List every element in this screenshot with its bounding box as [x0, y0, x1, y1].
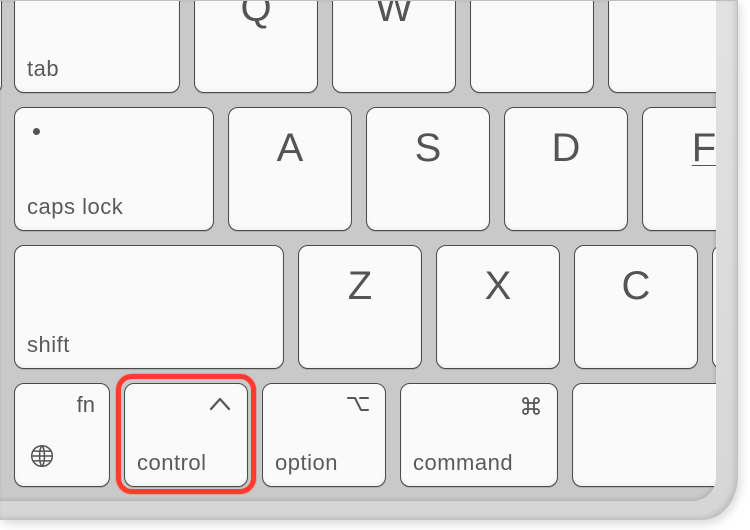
key-label: X	[485, 264, 512, 309]
globe-icon	[29, 443, 55, 474]
key-command[interactable]: command	[400, 383, 558, 487]
key-shift[interactable]: shift	[14, 245, 284, 369]
key-label: caps lock	[27, 194, 123, 220]
key-q[interactable]: Q	[194, 1, 318, 93]
control-symbol-icon	[207, 394, 233, 419]
key-z[interactable]: Z	[298, 245, 422, 369]
key-option[interactable]: option	[262, 383, 386, 487]
key-label: S	[415, 126, 442, 171]
key-a[interactable]: A	[228, 107, 352, 231]
key-w[interactable]: W	[332, 1, 456, 93]
key-label: control	[137, 450, 207, 476]
key-label: fn	[77, 392, 95, 418]
key-fn[interactable]: fn	[14, 383, 110, 487]
key-label: C	[622, 264, 651, 309]
key-label: tab	[27, 56, 59, 82]
key-tab[interactable]: tab	[14, 1, 180, 93]
key-sliver-2[interactable]	[608, 1, 716, 93]
key-label: F	[692, 126, 716, 171]
capslock-led-icon	[33, 128, 40, 135]
key-s[interactable]: S	[366, 107, 490, 231]
key-label: Q	[240, 1, 271, 31]
key-d[interactable]: D	[504, 107, 628, 231]
key-space[interactable]	[572, 383, 716, 487]
key-label: option	[275, 450, 338, 476]
key-label: Z	[348, 264, 372, 309]
key-c[interactable]: C	[574, 245, 698, 369]
key-control[interactable]: control	[124, 383, 248, 487]
key-sliver-1[interactable]	[470, 1, 594, 93]
key-f[interactable]: F	[642, 107, 716, 231]
key-capslock[interactable]: caps lock	[14, 107, 214, 231]
command-symbol-icon	[519, 394, 543, 423]
keyboard-deck: tab Q W caps lock A S D F shift	[0, 1, 716, 501]
key-label: shift	[27, 332, 70, 358]
key-label: W	[375, 1, 413, 31]
key-label: D	[552, 126, 581, 171]
keyboard-frame: tab Q W caps lock A S D F shift	[0, 0, 738, 520]
option-symbol-icon	[345, 394, 371, 419]
key-label: command	[413, 450, 513, 476]
key-v[interactable]: V	[712, 245, 716, 369]
key-x[interactable]: X	[436, 245, 560, 369]
key-label: A	[277, 126, 304, 171]
key-edge-top[interactable]	[0, 1, 2, 93]
